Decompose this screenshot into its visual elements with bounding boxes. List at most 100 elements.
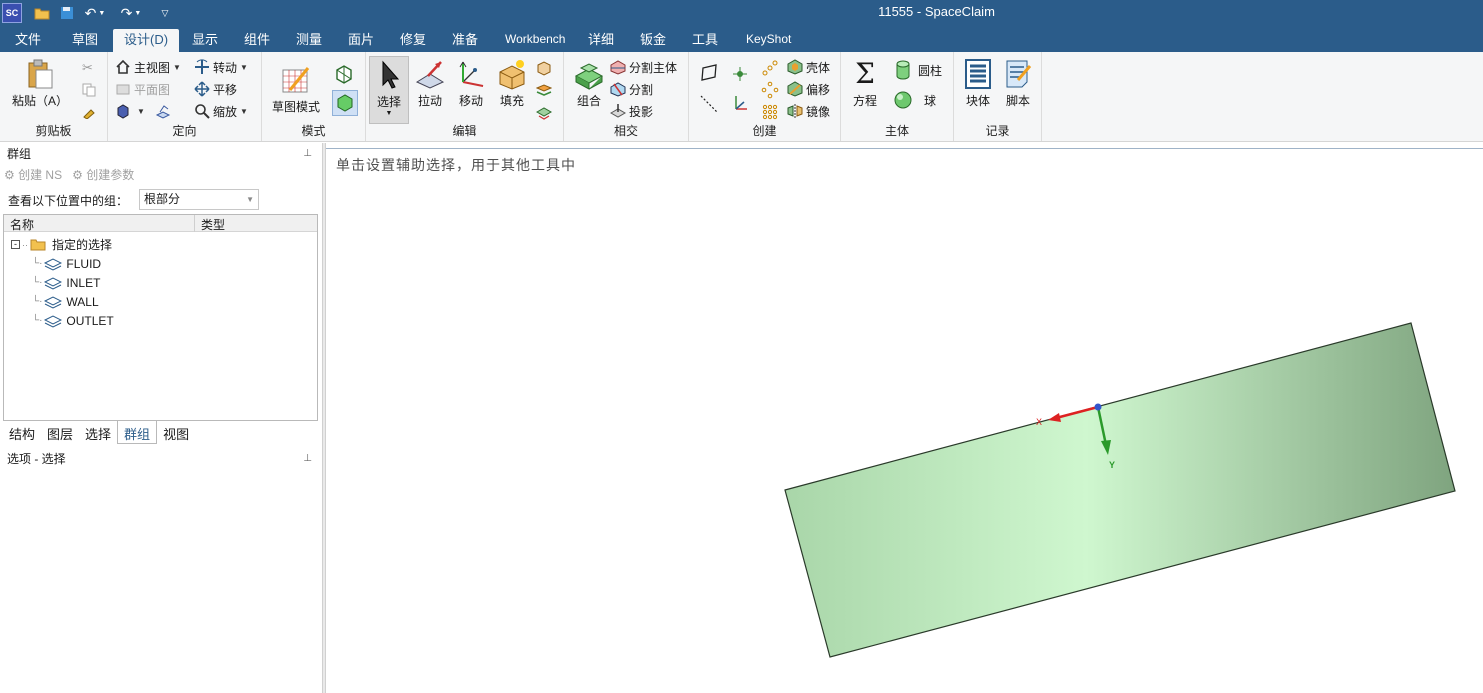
tree-item-fluid[interactable]: └· FLUID	[32, 254, 101, 273]
spin-button[interactable]: 转动 ▼	[194, 57, 248, 77]
tab-sketch[interactable]: 草图	[61, 29, 109, 52]
tree-item-wall[interactable]: └· WALL	[32, 292, 99, 311]
pan-button[interactable]: 平移	[194, 79, 237, 99]
groups-toolbar: ⚙ 创建 NS ⚙ 创建参数	[4, 166, 134, 184]
groups-tree: 名称 类型 - ·· 指定的选择 └· FLUID └· INLET └· WA…	[3, 214, 318, 421]
tab-tools[interactable]: 工具	[681, 29, 729, 52]
offset-button[interactable]: 偏移	[787, 79, 830, 99]
zoom-button[interactable]: 缩放 ▼	[194, 101, 248, 121]
sketch-mode-button[interactable]: 草图模式	[268, 62, 324, 115]
tab-measure[interactable]: 测量	[285, 29, 333, 52]
shell-icon	[787, 59, 803, 75]
origin-point[interactable]	[1094, 403, 1102, 411]
move-icon	[455, 58, 487, 90]
paste-button[interactable]: 粘贴（A）	[12, 56, 68, 109]
home-view-button[interactable]: 主视图 ▼	[115, 57, 181, 77]
origin-icon[interactable]	[731, 94, 749, 114]
cylinder-icon	[893, 60, 913, 80]
shell-button[interactable]: 壳体	[787, 57, 830, 77]
cylinder-button[interactable]: 圆柱	[893, 60, 942, 80]
move-tool-button[interactable]: 移动	[449, 56, 493, 109]
folder-icon	[30, 239, 46, 251]
tree-item-outlet[interactable]: └· OUTLET	[32, 311, 114, 330]
project-button[interactable]: 投影	[609, 101, 653, 121]
fill-tool-button[interactable]: 填充	[490, 56, 534, 109]
tab-layers[interactable]: 图层	[41, 421, 79, 444]
tab-workbench[interactable]: Workbench	[494, 29, 576, 52]
plan-view-icon	[115, 81, 131, 97]
design-canvas[interactable]: 单击设置辅助选择，用于其他工具中 X Y	[326, 148, 1483, 693]
3d-mode-icon[interactable]	[332, 90, 358, 116]
tree-item-inlet[interactable]: └· INLET	[32, 273, 100, 292]
column-header-name[interactable]: 名称	[10, 216, 34, 233]
tab-facets[interactable]: 面片	[337, 29, 385, 52]
sphere-button[interactable]: 球	[893, 90, 936, 110]
tab-views[interactable]: 视图	[157, 421, 195, 444]
split-body-button[interactable]: 分割主体	[610, 57, 677, 77]
create-ns-button[interactable]: ⚙ 创建 NS	[4, 166, 62, 184]
tab-selection[interactable]: 选择	[79, 421, 117, 444]
combine-icon	[573, 58, 605, 90]
group-intersect: 组合 分割主体 分割 投影 相交	[564, 52, 689, 141]
block-recording-button[interactable]: 块体	[956, 56, 1000, 109]
tree-node-named-selections[interactable]: - ·· 指定的选择	[11, 235, 112, 254]
tree-header: 名称 类型	[4, 215, 317, 232]
tab-design[interactable]: 设计(D)	[113, 29, 180, 52]
combine-button[interactable]: 组合	[567, 56, 611, 109]
format-painter-icon[interactable]	[82, 102, 96, 122]
layers-tool-icon[interactable]	[536, 80, 552, 100]
view-cube-button[interactable]: ▼	[115, 101, 174, 121]
tab-file[interactable]: 文件	[4, 29, 52, 52]
plan-view-button[interactable]: 平面图	[115, 79, 170, 99]
group-record: 块体 脚本 记录	[954, 52, 1042, 141]
linear-pattern-icon[interactable]	[761, 58, 779, 78]
create-ns-icon: ⚙	[4, 168, 19, 182]
left-panel: 群组 ⊥ ⚙ 创建 NS ⚙ 创建参数 查看以下位置中的组： 根部分 ▼ 名称 …	[0, 143, 322, 693]
circular-pattern-icon[interactable]	[761, 80, 779, 100]
cut-icon[interactable]: ✂	[82, 58, 93, 78]
plane-icon[interactable]	[699, 62, 719, 82]
pull-tool-button[interactable]: 拉动	[408, 56, 452, 109]
collapse-icon[interactable]: -	[11, 240, 20, 249]
pin-icon[interactable]: ⊥	[303, 449, 312, 469]
tab-structure[interactable]: 结构	[3, 421, 41, 444]
zoom-icon	[194, 103, 210, 119]
group-label-orient: 定向	[172, 124, 197, 138]
tab-detail[interactable]: 详细	[577, 29, 625, 52]
y-axis-label: Y	[1109, 460, 1115, 470]
mirror-button[interactable]: 镜像	[787, 101, 830, 121]
section-mode-icon[interactable]	[334, 64, 354, 84]
group-label-clipboard: 剪贴板	[35, 124, 72, 138]
tab-assembly[interactable]: 组件	[233, 29, 281, 52]
split-button[interactable]: 分割	[610, 79, 653, 99]
copy-icon[interactable]	[82, 80, 96, 100]
group-label-intersect: 相交	[613, 124, 638, 138]
group-location-select[interactable]: 根部分 ▼	[139, 189, 259, 210]
orient-tool-icon[interactable]	[155, 103, 171, 119]
tab-keyshot[interactable]: KeyShot	[735, 29, 802, 52]
replace-face-icon[interactable]	[536, 102, 552, 122]
axis-icon[interactable]	[699, 94, 719, 114]
group-body: Σ 方程 圆柱 球 主体	[841, 52, 954, 141]
create-parameter-button[interactable]: ⚙ 创建参数	[72, 166, 134, 184]
column-divider[interactable]	[194, 215, 195, 232]
tab-prepare[interactable]: 准备	[441, 29, 489, 52]
column-header-type[interactable]: 类型	[201, 216, 225, 233]
tab-sheetmetal[interactable]: 钣金	[629, 29, 677, 52]
mirror-icon	[787, 103, 803, 119]
point-icon[interactable]	[731, 64, 749, 84]
pin-icon[interactable]: ⊥	[303, 144, 312, 164]
tab-groups[interactable]: 群组	[117, 421, 158, 444]
tab-repair[interactable]: 修复	[389, 29, 437, 52]
model-view: X Y	[784, 322, 1456, 658]
fill-pattern-icon[interactable]	[761, 102, 779, 122]
tab-display[interactable]: 显示	[181, 29, 229, 52]
split-icon	[610, 81, 626, 97]
blend-icon[interactable]	[536, 58, 552, 78]
named-selection-icon	[44, 257, 63, 271]
group-label-edit: 编辑	[452, 124, 477, 138]
select-tool-button[interactable]: 选择 ▼	[369, 56, 409, 124]
equation-button[interactable]: Σ 方程	[843, 56, 887, 109]
fluid-body[interactable]	[784, 322, 1456, 658]
script-button[interactable]: 脚本	[996, 56, 1040, 109]
